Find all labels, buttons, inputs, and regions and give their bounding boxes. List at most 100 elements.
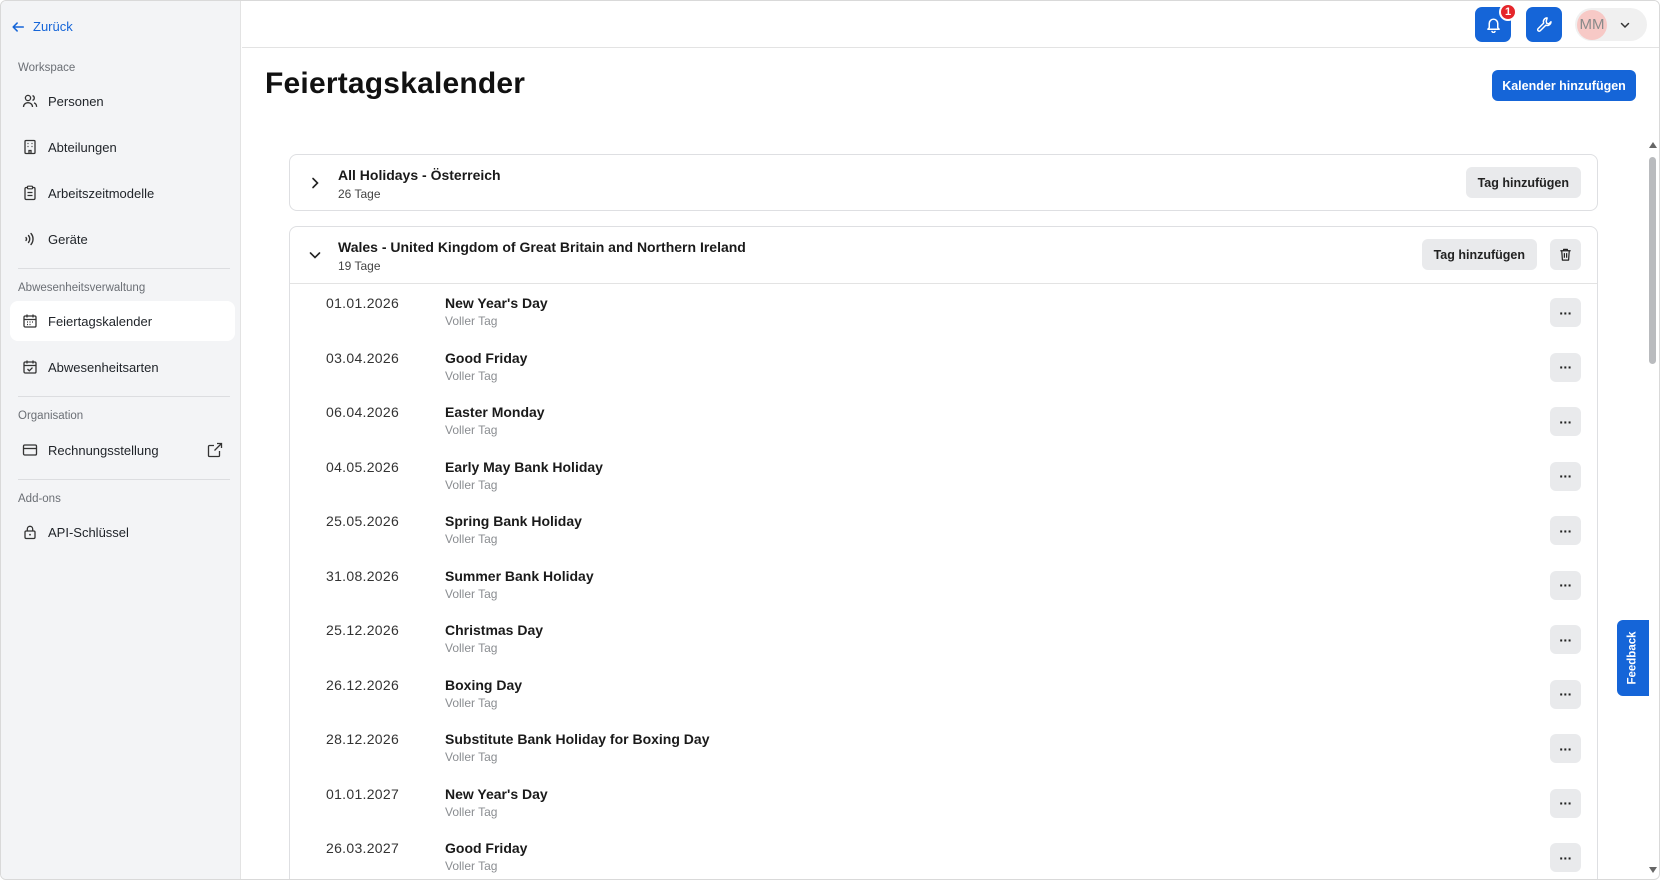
more-options-button[interactable]: ··· [1550,352,1581,382]
holiday-name: Summer Bank Holiday [445,567,594,584]
sidebar: Zurück Workspace Personen Abteilungen Ar… [1,1,241,879]
bell-icon [1486,18,1500,33]
wrench-icon [1536,17,1552,32]
holiday-row: 03.04.2026 Good Friday Voller Tag ··· [290,339,1597,394]
add-calendar-button[interactable]: Kalender hinzufügen [1492,70,1636,101]
notifications-button[interactable]: 1 [1475,3,1517,42]
divider [18,268,230,269]
sidebar-item-geraete[interactable]: Geräte [10,219,235,259]
holiday-name: Easter Monday [445,404,545,420]
holiday-date: 26.12.2026 [326,676,400,693]
calendar-name: Wales - United Kingdom of Great Britain … [338,239,746,255]
app-window: Zurück Workspace Personen Abteilungen Ar… [0,0,1660,880]
calendar-day-count: 19 Tage [338,259,381,273]
sidebar-item-label: API-Schlüssel [48,524,129,540]
holiday-type: Voller Tag [445,368,498,383]
users-icon [22,94,38,108]
calendar-name: All Holidays - Österreich [338,167,501,183]
holiday-type: Voller Tag [445,477,498,492]
building-icon [24,139,36,155]
page-title: Feiertagskalender [265,67,526,100]
more-options-button[interactable]: ··· [1550,407,1581,436]
more-options-button[interactable]: ··· [1550,843,1581,872]
scroll-down-arrow-icon[interactable] [1649,867,1657,873]
lock-icon [24,525,36,540]
sidebar-item-label: Rechnungsstellung [48,442,159,458]
divider [18,396,230,397]
sidebar-item-abwesenheitsarten[interactable]: Abwesenheitsarten [10,347,235,387]
chevron-down-icon[interactable] [308,248,322,262]
holiday-row: 26.03.2027 Good Friday Voller Tag ··· [290,829,1597,879]
calendar-card: All Holidays - Österreich 26 Tage Tag hi… [289,154,1598,211]
more-options-button[interactable]: ··· [1550,516,1581,545]
sidebar-item-label: Abwesenheitsarten [48,359,159,375]
holiday-date: 25.05.2026 [326,513,400,529]
holiday-name: Good Friday [445,840,528,856]
holiday-name: New Year's Day [445,785,548,802]
holiday-date: 06.04.2026 [326,404,400,420]
holiday-row: 01.01.2027 New Year's Day Voller Tag ··· [290,775,1597,830]
more-options-button[interactable]: ··· [1550,788,1581,818]
calendar-header[interactable]: Wales - United Kingdom of Great Britain … [290,227,1597,283]
holiday-date: 01.01.2027 [326,785,400,802]
holiday-row: 25.05.2026 Spring Bank Holiday Voller Ta… [290,502,1597,557]
calendar-header[interactable]: All Holidays - Österreich 26 Tage Tag hi… [290,155,1597,211]
holiday-name: Good Friday [445,349,528,366]
external-link-icon [207,442,223,458]
add-day-button[interactable]: Tag hinzufügen [1421,239,1537,270]
holiday-name: Christmas Day [445,622,544,638]
sidebar-item-label: Arbeitszeitmodelle [48,185,155,201]
holiday-type: Voller Tag [445,804,498,819]
holiday-type: Voller Tag [445,586,498,601]
scroll-up-arrow-icon[interactable] [1649,142,1657,148]
settings-button[interactable] [1526,7,1562,42]
holiday-row: 04.05.2026 Early May Bank Holiday Voller… [290,448,1597,503]
more-options-button[interactable]: ··· [1550,461,1581,491]
sidebar-item-rechnungsstellung[interactable]: Rechnungsstellung [10,430,235,470]
delete-calendar-button[interactable] [1550,239,1581,270]
sidebar-item-label: Geräte [48,231,88,247]
chevron-right-icon[interactable] [308,176,322,190]
sidebar-item-arbeitszeitmodelle[interactable]: Arbeitszeitmodelle [10,173,235,213]
more-options-button[interactable]: ··· [1550,679,1581,709]
holiday-name: Substitute Bank Holiday for Boxing Day [445,731,710,747]
holiday-row: 25.12.2026 Christmas Day Voller Tag ··· [290,611,1597,666]
sidebar-item-api-keys[interactable]: API-Schlüssel [10,512,235,552]
sidebar-item-label: Feiertagskalender [48,313,153,329]
more-options-button[interactable]: ··· [1550,625,1581,654]
scrollbar-thumb[interactable] [1649,157,1656,364]
holiday-list: 01.01.2026 New Year's Day Voller Tag ···… [290,283,1597,879]
holiday-name: Early May Bank Holiday [445,458,603,475]
holiday-date: 26.03.2027 [326,840,400,856]
credit-card-icon [22,444,38,456]
trash-icon [1560,248,1571,261]
sidebar-item-abteilungen[interactable]: Abteilungen [10,127,235,167]
holiday-type: Voller Tag [445,641,498,655]
section-organisation: Organisation [18,410,84,422]
avatar: MM [1577,9,1607,40]
sidebar-item-label: Personen [48,93,104,109]
add-day-button[interactable]: Tag hinzufügen [1465,167,1581,198]
holiday-row: 26.12.2026 Boxing Day Voller Tag ··· [290,666,1597,721]
holiday-row: 06.04.2026 Easter Monday Voller Tag ··· [290,393,1597,448]
sidebar-item-personen[interactable]: Personen [10,81,235,121]
section-workspace: Workspace [18,62,76,74]
user-menu[interactable]: MM [1575,8,1647,41]
holiday-row: 01.01.2026 New Year's Day Voller Tag ··· [290,284,1597,339]
section-absence: Abwesenheitsverwaltung [18,282,146,294]
back-link[interactable]: Zurück [11,19,73,34]
chevron-down-icon [1620,22,1630,28]
sidebar-item-feiertagskalender[interactable]: Feiertagskalender [10,301,235,341]
clipboard-icon [24,185,36,201]
calendar-day-count: 26 Tage [338,187,381,201]
holiday-type: Voller Tag [445,423,498,437]
holiday-type: Voller Tag [445,859,498,873]
more-options-button[interactable]: ··· [1550,570,1581,600]
feedback-tab[interactable]: Feedback [1617,620,1649,696]
more-options-button[interactable]: ··· [1550,298,1581,327]
more-options-button[interactable]: ··· [1550,734,1581,763]
holiday-name: New Year's Day [445,295,548,311]
back-label: Zurück [33,19,73,34]
holiday-type: Voller Tag [445,314,498,328]
sidebar-item-label: Abteilungen [48,139,117,155]
